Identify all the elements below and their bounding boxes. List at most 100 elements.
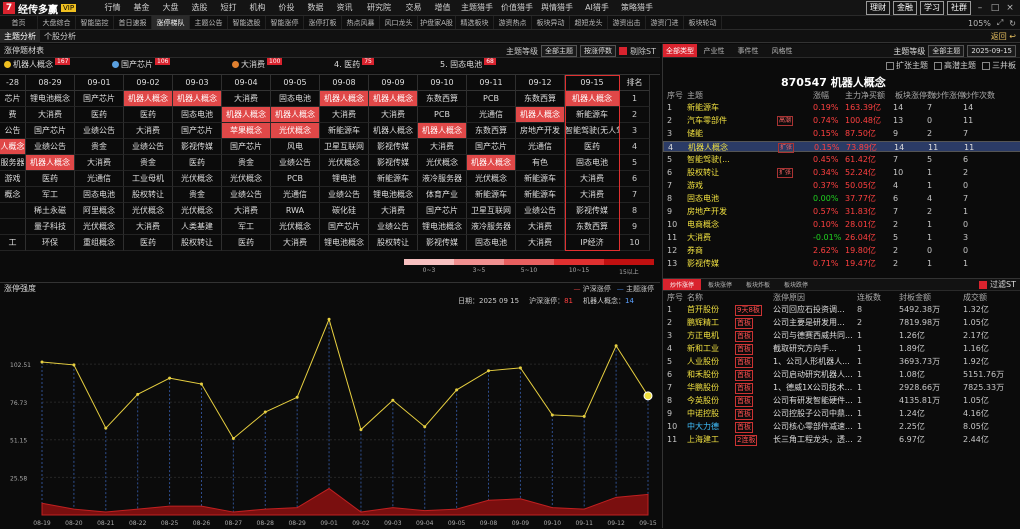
theme-cell[interactable]: 新能源车: [516, 171, 565, 187]
menu-item[interactable]: 策略猎手: [617, 0, 657, 16]
theme-cell[interactable]: 贵金: [173, 187, 222, 203]
theme-cell[interactable]: PCB: [418, 107, 467, 123]
stock-cell[interactable]: 华鹏股份: [687, 382, 719, 394]
page-tab[interactable]: 热点风暴: [342, 16, 380, 29]
theme-cell[interactable]: 锂电池概念: [369, 187, 418, 203]
theme-row[interactable]: 9 房地产开发 0.57% 31.83亿 7 2 1: [663, 206, 1020, 217]
hs-point[interactable]: [231, 436, 235, 440]
stock-cell[interactable]: 中诺控股: [687, 408, 719, 420]
theme-cell[interactable]: 国产芯片: [467, 139, 516, 155]
stock-cell[interactable]: 上海建工: [687, 434, 719, 446]
stock-cell[interactable]: 人业股份: [687, 356, 719, 368]
theme-cell[interactable]: PCB: [271, 171, 320, 187]
theme-cell[interactable]: 新能源车: [565, 107, 620, 123]
theme-cell[interactable]: 光通信: [271, 187, 320, 203]
maximize-icon[interactable]: □: [989, 3, 1001, 13]
theme-cell[interactable]: PCB: [467, 91, 516, 107]
page-tab[interactable]: 精选板块: [456, 16, 494, 29]
page-tab[interactable]: 风口龙头: [380, 16, 418, 29]
theme-cell[interactable]: 东数西算: [418, 91, 467, 107]
theme-type-tab[interactable]: 风格性: [765, 44, 799, 57]
theme-cell[interactable]: 大消费: [369, 107, 418, 123]
theme-cell[interactable]: 医药: [124, 235, 173, 251]
stock-row[interactable]: 4 新和工业 首板 截取研究方向手... 1 1.89亿 1.16亿: [663, 343, 1020, 355]
menu-item[interactable]: 选股: [185, 0, 214, 16]
theme-cell[interactable]: 国产芯片: [320, 219, 369, 235]
page-tab[interactable]: 智能监控: [76, 16, 114, 29]
hs-point[interactable]: [423, 425, 427, 429]
theme-cell[interactable]: 苹果概念: [222, 123, 271, 139]
theme-row[interactable]: 4 机器人概念 扩张 0.15% 73.89亿 14 11 11: [663, 141, 1020, 153]
stock-cell[interactable]: 方正电机: [687, 330, 719, 342]
filter-checkbox[interactable]: [886, 61, 894, 70]
theme-cell[interactable]: 影视传媒: [173, 139, 222, 155]
page-tab[interactable]: 涨停梯队: [152, 16, 190, 29]
finance-button[interactable]: 金融: [893, 1, 917, 15]
theme-row[interactable]: 3 储能 0.15% 87.50亿 9 2 7: [663, 128, 1020, 139]
theme-cell[interactable]: 有色: [516, 155, 565, 171]
theme-cell[interactable]: 概念: [0, 187, 26, 203]
theme-cell[interactable]: 光伏概念: [222, 171, 271, 187]
filter-option[interactable]: 扩张主题: [886, 60, 928, 71]
hs-point[interactable]: [104, 426, 108, 430]
theme-cell[interactable]: 医药: [26, 171, 75, 187]
theme-cell[interactable]: 医药: [222, 235, 271, 251]
theme-cell[interactable]: 新能源车: [369, 171, 418, 187]
theme-cell[interactable]: 智能驾驶(无人驾驶): [565, 123, 620, 139]
stock-row[interactable]: 9 中诺控股 首板 公司控股子公司中鼎... 1 1.24亿 4.16亿: [663, 408, 1020, 420]
sort-select[interactable]: 按涨停数: [580, 45, 617, 57]
theme-cell[interactable]: 光伏概念: [173, 171, 222, 187]
theme-row[interactable]: 2 汽车零部件 高潮 0.74% 100.48亿 13 0 11: [663, 115, 1020, 126]
hs-point[interactable]: [295, 395, 299, 399]
theme-cell[interactable]: 体育产业: [418, 187, 467, 203]
theme-cell[interactable]: 稀土永磁: [26, 203, 75, 219]
theme-cell[interactable]: 光伏概念: [418, 155, 467, 171]
theme-cell[interactable]: 机器人概念: [565, 91, 620, 107]
zoom-level[interactable]: 105%: [968, 19, 991, 28]
theme-cell[interactable]: 东数西算: [516, 91, 565, 107]
theme-cell[interactable]: [0, 219, 26, 235]
stock-cell[interactable]: 中大力德: [687, 421, 719, 433]
chart-svg[interactable]: 102.51 76.73 51.15 25.58 08-19 08-20 08-21 08-2…: [0, 283, 660, 529]
theme-cell[interactable]: 股权转让: [173, 235, 222, 251]
subtab[interactable]: 个股分析: [40, 30, 80, 43]
theme-cell[interactable]: 芯片: [0, 91, 26, 107]
theme-cell[interactable]: 医药: [75, 107, 124, 123]
page-tab[interactable]: 板块异动: [532, 16, 570, 29]
theme-cell[interactable]: 卫星互联网: [467, 203, 516, 219]
theme-cell[interactable]: 光伏概念: [75, 219, 124, 235]
current-point-marker[interactable]: [643, 391, 653, 401]
theme-category[interactable]: 国产芯片 106: [112, 58, 171, 73]
expand-icon[interactable]: ⤢: [997, 18, 1003, 28]
hs-point[interactable]: [391, 398, 395, 402]
limit-stock-tab[interactable]: 板块跌停: [777, 279, 815, 290]
theme-cell[interactable]: 国产芯片: [75, 91, 124, 107]
menu-item[interactable]: 短打: [214, 0, 243, 16]
exclude-st-checkbox[interactable]: [619, 47, 628, 55]
stock-cell[interactable]: 今英股份: [687, 395, 719, 407]
theme-row[interactable]: 11 大消费 -0.01% 26.04亿 5 1 3: [663, 232, 1020, 243]
theme-cell[interactable]: 光通信: [467, 107, 516, 123]
stock-cell[interactable]: 新和工业: [687, 343, 719, 355]
theme-cell[interactable]: 公告: [0, 123, 26, 139]
theme-cell[interactable]: 股权转让: [124, 187, 173, 203]
theme-cell[interactable]: 医药: [565, 139, 620, 155]
theme-cell[interactable]: 新能源车: [467, 187, 516, 203]
theme-category[interactable]: 机器人概念 167: [4, 58, 71, 73]
limit-stock-tab[interactable]: 板块炸板: [739, 279, 777, 290]
theme-cell[interactable]: 工: [0, 235, 26, 251]
theme-cell[interactable]: 业绩公告: [75, 123, 124, 139]
theme-cell[interactable]: [0, 203, 26, 219]
theme-cell[interactable]: 量子科技: [26, 219, 75, 235]
theme-type-tab[interactable]: 事件性: [731, 44, 765, 57]
theme-cell[interactable]: 机器人概念: [173, 91, 222, 107]
theme-cell[interactable]: 业绩公告: [222, 187, 271, 203]
menu-item[interactable]: 交易: [399, 0, 428, 16]
theme-cell[interactable]: 光伏概念: [271, 123, 320, 139]
theme-cell[interactable]: 工业母机: [124, 171, 173, 187]
filter-checkbox[interactable]: [934, 61, 942, 70]
theme-cell[interactable]: 环保: [26, 235, 75, 251]
theme-cell[interactable]: 业绩公告: [320, 187, 369, 203]
menu-item[interactable]: 基金: [127, 0, 156, 16]
theme-row[interactable]: 13 影视传媒 0.71% 19.47亿 2 1 1: [663, 258, 1020, 269]
